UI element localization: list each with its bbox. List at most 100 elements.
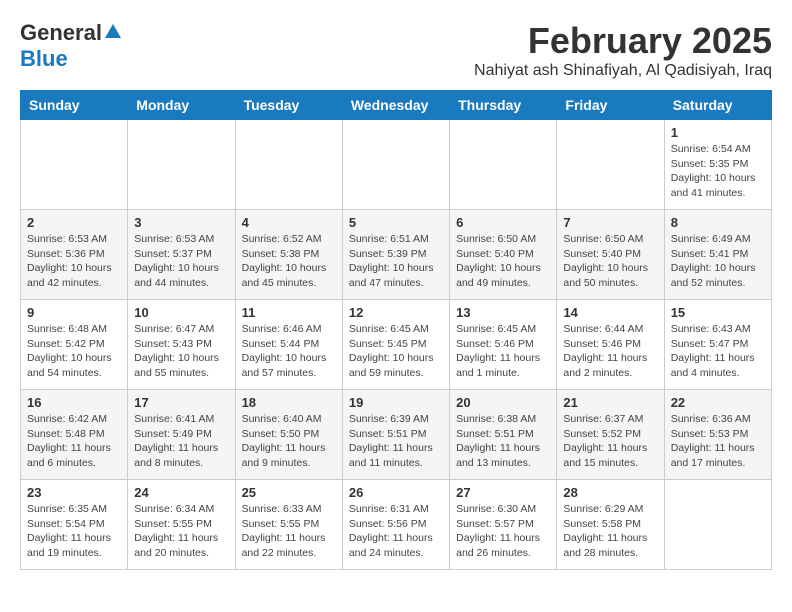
calendar-cell (128, 120, 235, 210)
calendar-cell: 7 Sunrise: 6:50 AM Sunset: 5:40 PM Daylig… (557, 210, 664, 300)
calendar-cell: 24 Sunrise: 6:34 AM Sunset: 5:55 PM Dayli… (128, 480, 235, 570)
logo-icon (104, 22, 122, 45)
cell-text: Sunrise: 6:29 AM Sunset: 5:58 PM Dayligh… (563, 502, 657, 561)
day-number: 20 (456, 395, 550, 410)
week-row-1: 1Sunrise: 6:54 AM Sunset: 5:35 PM Daylig… (21, 120, 772, 210)
calendar-cell: 13Sunrise: 6:45 AM Sunset: 5:46 PM Dayli… (450, 300, 557, 390)
day-number: 28 (563, 485, 657, 500)
day-number: 26 (349, 485, 443, 500)
calendar-cell: 22Sunrise: 6:36 AM Sunset: 5:53 PM Dayli… (664, 390, 771, 480)
day-number: 9 (27, 305, 121, 320)
day-number: 24 (134, 485, 228, 500)
day-number: 3 (134, 215, 228, 230)
day-number: 2 (27, 215, 121, 230)
calendar-cell: 19 Sunrise: 6:39 AM Sunset: 5:51 PM Dayli… (342, 390, 449, 480)
day-number: 11 (242, 305, 336, 320)
calendar-cell: 26 Sunrise: 6:31 AM Sunset: 5:56 PM Dayli… (342, 480, 449, 570)
cell-text: Sunrise: 6:45 AM Sunset: 5:45 PM Dayligh… (349, 322, 443, 381)
weekday-header-tuesday: Tuesday (235, 91, 342, 120)
day-number: 25 (242, 485, 336, 500)
calendar-cell: 18 Sunrise: 6:40 AM Sunset: 5:50 PM Dayli… (235, 390, 342, 480)
cell-text: Sunrise: 6:42 AM Sunset: 5:48 PM Dayligh… (27, 412, 121, 471)
day-number: 15 (671, 305, 765, 320)
week-row-5: 23Sunrise: 6:35 AM Sunset: 5:54 PM Dayli… (21, 480, 772, 570)
cell-text: Sunrise: 6:30 AM Sunset: 5:57 PM Dayligh… (456, 502, 550, 561)
cell-text: Sunrise: 6:53 AM Sunset: 5:37 PM Dayligh… (134, 232, 228, 291)
title-area: February 2025 Nahiyat ash Shinafiyah, Al… (474, 20, 772, 80)
day-number: 22 (671, 395, 765, 410)
week-row-3: 9 Sunrise: 6:48 AM Sunset: 5:42 PM Daylig… (21, 300, 772, 390)
calendar-cell: 10Sunrise: 6:47 AM Sunset: 5:43 PM Dayli… (128, 300, 235, 390)
calendar-cell: 8 Sunrise: 6:49 AM Sunset: 5:41 PM Daylig… (664, 210, 771, 300)
cell-text: Sunrise: 6:54 AM Sunset: 5:35 PM Dayligh… (671, 142, 765, 201)
location-title: Nahiyat ash Shinafiyah, Al Qadisiyah, Ir… (474, 62, 772, 80)
header: General Blue February 2025 Nahiyat ash S… (20, 20, 772, 80)
cell-text: Sunrise: 6:44 AM Sunset: 5:46 PM Dayligh… (563, 322, 657, 381)
calendar-cell: 2 Sunrise: 6:53 AM Sunset: 5:36 PM Daylig… (21, 210, 128, 300)
calendar-cell: 25 Sunrise: 6:33 AM Sunset: 5:55 PM Dayli… (235, 480, 342, 570)
day-number: 8 (671, 215, 765, 230)
calendar-cell: 23Sunrise: 6:35 AM Sunset: 5:54 PM Dayli… (21, 480, 128, 570)
cell-text: Sunrise: 6:40 AM Sunset: 5:50 PM Dayligh… (242, 412, 336, 471)
day-number: 16 (27, 395, 121, 410)
weekday-header-wednesday: Wednesday (342, 91, 449, 120)
day-number: 4 (242, 215, 336, 230)
cell-text: Sunrise: 6:47 AM Sunset: 5:43 PM Dayligh… (134, 322, 228, 381)
cell-text: Sunrise: 6:46 AM Sunset: 5:44 PM Dayligh… (242, 322, 336, 381)
day-number: 6 (456, 215, 550, 230)
calendar-cell: 20 Sunrise: 6:38 AM Sunset: 5:51 PM Dayli… (450, 390, 557, 480)
weekday-header-thursday: Thursday (450, 91, 557, 120)
calendar-cell: 5 Sunrise: 6:51 AM Sunset: 5:39 PM Daylig… (342, 210, 449, 300)
calendar-table: SundayMondayTuesdayWednesdayThursdayFrid… (20, 90, 772, 570)
cell-text: Sunrise: 6:33 AM Sunset: 5:55 PM Dayligh… (242, 502, 336, 561)
cell-text: Sunrise: 6:35 AM Sunset: 5:54 PM Dayligh… (27, 502, 121, 561)
weekday-header-monday: Monday (128, 91, 235, 120)
cell-text: Sunrise: 6:53 AM Sunset: 5:36 PM Dayligh… (27, 232, 121, 291)
day-number: 17 (134, 395, 228, 410)
calendar-cell: 17 Sunrise: 6:41 AM Sunset: 5:49 PM Dayli… (128, 390, 235, 480)
cell-text: Sunrise: 6:45 AM Sunset: 5:46 PM Dayligh… (456, 322, 550, 381)
calendar-cell: 3 Sunrise: 6:53 AM Sunset: 5:37 PM Daylig… (128, 210, 235, 300)
calendar-cell (664, 480, 771, 570)
cell-text: Sunrise: 6:34 AM Sunset: 5:55 PM Dayligh… (134, 502, 228, 561)
calendar-cell: 1Sunrise: 6:54 AM Sunset: 5:35 PM Daylig… (664, 120, 771, 210)
cell-text: Sunrise: 6:50 AM Sunset: 5:40 PM Dayligh… (456, 232, 550, 291)
logo-general: General (20, 20, 102, 46)
calendar-cell: 4 Sunrise: 6:52 AM Sunset: 5:38 PM Daylig… (235, 210, 342, 300)
calendar-cell (557, 120, 664, 210)
day-number: 14 (563, 305, 657, 320)
cell-text: Sunrise: 6:43 AM Sunset: 5:47 PM Dayligh… (671, 322, 765, 381)
calendar-cell: 11 Sunrise: 6:46 AM Sunset: 5:44 PM Dayli… (235, 300, 342, 390)
day-number: 19 (349, 395, 443, 410)
day-number: 5 (349, 215, 443, 230)
cell-text: Sunrise: 6:41 AM Sunset: 5:49 PM Dayligh… (134, 412, 228, 471)
calendar-cell: 15 Sunrise: 6:43 AM Sunset: 5:47 PM Dayli… (664, 300, 771, 390)
calendar-cell (450, 120, 557, 210)
cell-text: Sunrise: 6:48 AM Sunset: 5:42 PM Dayligh… (27, 322, 121, 381)
logo-blue: Blue (20, 46, 68, 71)
day-number: 27 (456, 485, 550, 500)
logo: General Blue (20, 20, 122, 72)
weekday-header-row: SundayMondayTuesdayWednesdayThursdayFrid… (21, 91, 772, 120)
day-number: 18 (242, 395, 336, 410)
calendar-cell: 14 Sunrise: 6:44 AM Sunset: 5:46 PM Dayli… (557, 300, 664, 390)
calendar-cell: 28 Sunrise: 6:29 AM Sunset: 5:58 PM Dayli… (557, 480, 664, 570)
calendar-cell: 16 Sunrise: 6:42 AM Sunset: 5:48 PM Dayli… (21, 390, 128, 480)
weekday-header-saturday: Saturday (664, 91, 771, 120)
cell-text: Sunrise: 6:51 AM Sunset: 5:39 PM Dayligh… (349, 232, 443, 291)
cell-text: Sunrise: 6:31 AM Sunset: 5:56 PM Dayligh… (349, 502, 443, 561)
cell-text: Sunrise: 6:50 AM Sunset: 5:40 PM Dayligh… (563, 232, 657, 291)
calendar-cell: 21Sunrise: 6:37 AM Sunset: 5:52 PM Dayli… (557, 390, 664, 480)
month-title: February 2025 (474, 20, 772, 62)
cell-text: Sunrise: 6:49 AM Sunset: 5:41 PM Dayligh… (671, 232, 765, 291)
weekday-header-sunday: Sunday (21, 91, 128, 120)
calendar-cell: 12Sunrise: 6:45 AM Sunset: 5:45 PM Dayli… (342, 300, 449, 390)
cell-text: Sunrise: 6:38 AM Sunset: 5:51 PM Dayligh… (456, 412, 550, 471)
calendar-cell: 27 Sunrise: 6:30 AM Sunset: 5:57 PM Dayli… (450, 480, 557, 570)
weekday-header-friday: Friday (557, 91, 664, 120)
week-row-2: 2 Sunrise: 6:53 AM Sunset: 5:36 PM Daylig… (21, 210, 772, 300)
week-row-4: 16 Sunrise: 6:42 AM Sunset: 5:48 PM Dayli… (21, 390, 772, 480)
cell-text: Sunrise: 6:39 AM Sunset: 5:51 PM Dayligh… (349, 412, 443, 471)
cell-text: Sunrise: 6:52 AM Sunset: 5:38 PM Dayligh… (242, 232, 336, 291)
day-number: 7 (563, 215, 657, 230)
